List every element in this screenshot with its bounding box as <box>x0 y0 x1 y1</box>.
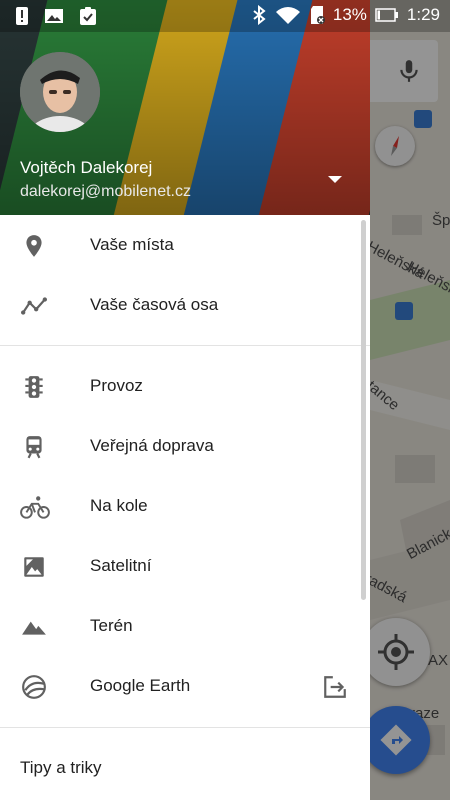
menu-item-traffic[interactable]: Provoz <box>0 356 370 416</box>
menu-item-label: Provoz <box>90 376 143 395</box>
menu-item-label: Tipy a triky <box>20 758 102 777</box>
menu-item-timeline[interactable]: Vaše časová osa <box>0 275 370 335</box>
google-earth-icon <box>22 675 46 699</box>
battery-percent: 13% <box>332 5 367 24</box>
account-email: dalekorej@mobilenet.cz <box>20 183 191 200</box>
menu-item-label: Google Earth <box>90 676 191 695</box>
satellite-icon <box>24 557 44 577</box>
avatar[interactable] <box>20 52 100 132</box>
image-icon <box>45 9 63 23</box>
bluetooth-icon <box>253 5 266 25</box>
alert-icon <box>16 7 28 25</box>
avatar-photo <box>20 52 100 132</box>
menu-item-your-places[interactable]: Vaše místa <box>0 215 370 275</box>
menu-item-google-earth[interactable]: Google Earth <box>0 656 370 716</box>
status-time: 1:29 <box>406 5 440 24</box>
account-header[interactable]: Vojtěch Dalekorej dalekorej@mobilenet.cz <box>0 0 370 215</box>
wifi-icon <box>275 7 300 24</box>
battery-icon <box>375 8 398 22</box>
menu-item-biking[interactable]: Na kole <box>0 476 370 536</box>
menu-item-label: Vaše časová osa <box>90 295 219 314</box>
menu-item-label: Veřejná doprava <box>90 436 214 455</box>
place-pin-icon <box>26 235 42 257</box>
train-icon <box>26 436 42 459</box>
menu-item-terrain[interactable]: Terén <box>0 596 370 656</box>
account-name: Vojtěch Dalekorej <box>20 158 153 177</box>
terrain-icon <box>22 621 46 635</box>
status-bar: 13% 1:29 <box>0 0 450 32</box>
menu-item-label: Satelitní <box>90 556 152 575</box>
drawer-scrollbar[interactable] <box>361 220 366 600</box>
menu-item-satellite[interactable]: Satelitní <box>0 536 370 596</box>
timeline-icon <box>21 297 47 315</box>
menu-item-label: Terén <box>90 616 133 635</box>
navigation-drawer: Vojtěch Dalekorej dalekorej@mobilenet.cz… <box>0 0 370 800</box>
clipboard-check-icon <box>80 7 96 25</box>
account-dropdown-icon[interactable] <box>328 176 342 184</box>
menu-divider <box>0 727 370 728</box>
open-external-icon[interactable] <box>322 674 348 700</box>
menu-item-public-transit[interactable]: Veřejná doprava <box>0 416 370 476</box>
sd-card-icon <box>310 6 325 24</box>
menu-divider <box>0 345 370 346</box>
bicycle-icon <box>20 496 50 519</box>
menu-item-label: Na kole <box>90 496 148 515</box>
traffic-light-icon <box>25 376 43 398</box>
menu-item-tips-and-tricks[interactable]: Tipy a triky <box>0 738 370 798</box>
menu-item-label: Vaše místa <box>90 235 174 254</box>
